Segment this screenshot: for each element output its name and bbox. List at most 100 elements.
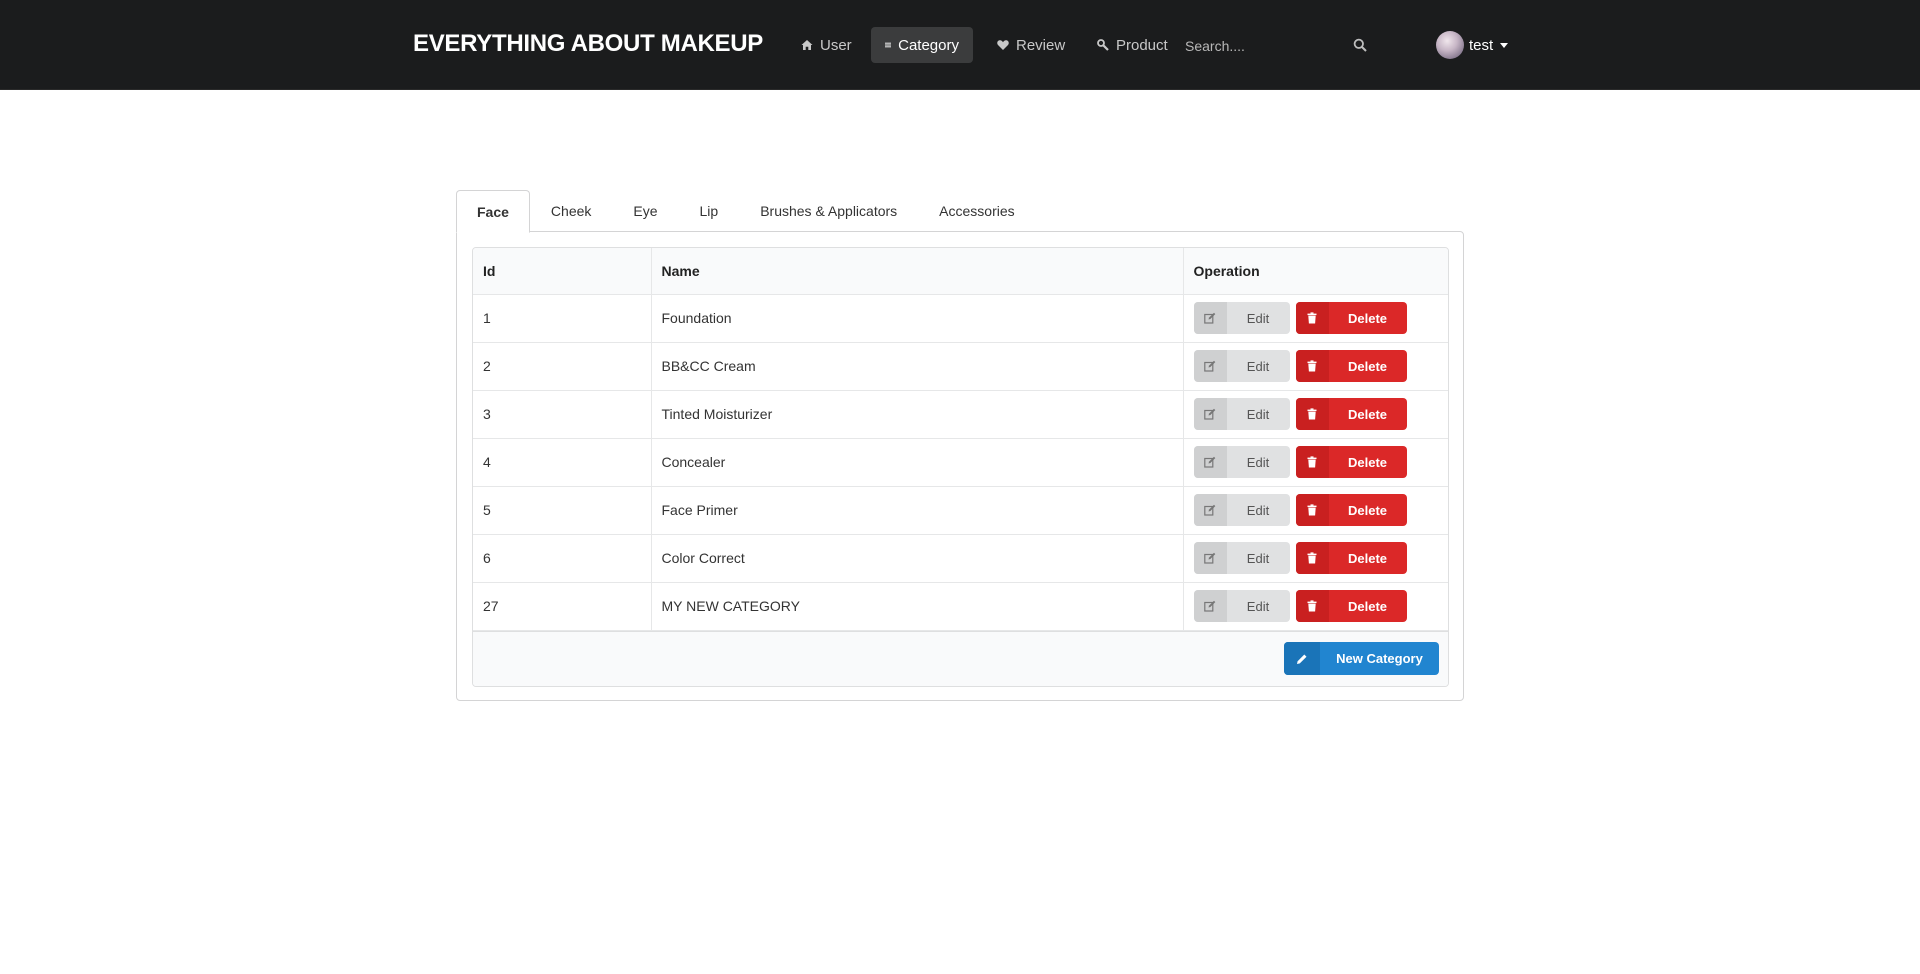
pencil-icon xyxy=(1284,642,1320,675)
cell-name: Tinted Moisturizer xyxy=(650,390,1183,439)
user-menu[interactable]: test xyxy=(1436,30,1509,60)
tab-accessories[interactable]: Accessories xyxy=(918,190,1035,232)
delete-button[interactable]: Delete xyxy=(1295,302,1407,334)
cell-name: MY NEW CATEGORY xyxy=(650,582,1183,631)
cell-operation: Edit Delete xyxy=(1182,390,1448,439)
operation-buttons: Edit Delete xyxy=(1193,542,1441,574)
table-row: 4 Concealer Edit Delete xyxy=(473,438,1448,487)
category-table: Id Name Operation 1 Foundation Edit Dele… xyxy=(472,247,1449,687)
delete-label: Delete xyxy=(1347,406,1388,422)
nav-item-review[interactable]: Review xyxy=(983,27,1079,63)
edit-label: Edit xyxy=(1246,502,1270,518)
cell-operation: Edit Delete xyxy=(1182,342,1448,391)
new-category-button[interactable]: New Category xyxy=(1284,642,1439,675)
delete-button[interactable]: Delete xyxy=(1295,398,1407,430)
operation-buttons: Edit Delete xyxy=(1193,446,1441,478)
nav-item-category[interactable]: Category xyxy=(871,27,973,63)
tab-brushes-applicators[interactable]: Brushes & Applicators xyxy=(739,190,918,232)
search-icon xyxy=(1353,38,1367,52)
edit-label: Edit xyxy=(1246,454,1270,470)
edit-button[interactable]: Edit xyxy=(1193,590,1290,622)
edit-label: Edit xyxy=(1246,598,1270,614)
edit-button[interactable]: Edit xyxy=(1193,350,1290,382)
cell-id: 27 xyxy=(473,582,651,631)
delete-button[interactable]: Delete xyxy=(1295,350,1407,382)
cell-name: Foundation xyxy=(650,294,1183,343)
cell-id: 5 xyxy=(473,486,651,535)
search-button[interactable] xyxy=(1351,36,1369,54)
delete-button[interactable]: Delete xyxy=(1295,542,1407,574)
delete-button[interactable]: Delete xyxy=(1295,494,1407,526)
cell-name: Color Correct xyxy=(650,534,1183,583)
cell-operation: Edit Delete xyxy=(1182,534,1448,583)
tab-eye[interactable]: Eye xyxy=(612,190,678,232)
caret-down-icon xyxy=(1500,42,1509,48)
tab-lip[interactable]: Lip xyxy=(679,190,740,232)
edit-icon xyxy=(1193,446,1227,478)
operation-buttons: Edit Delete xyxy=(1193,398,1441,430)
trash-icon xyxy=(1295,494,1329,526)
edit-button[interactable]: Edit xyxy=(1193,542,1290,574)
search-input[interactable] xyxy=(1185,35,1335,57)
nav-item-label: Review xyxy=(1016,36,1066,54)
cell-name: Concealer xyxy=(650,438,1183,487)
heart-icon xyxy=(997,40,1009,50)
new-category-label: New Category xyxy=(1336,651,1423,666)
edit-button[interactable]: Edit xyxy=(1193,302,1290,334)
edit-button[interactable]: Edit xyxy=(1193,446,1290,478)
table-row: 6 Color Correct Edit Delete xyxy=(473,534,1448,583)
delete-label: Delete xyxy=(1347,502,1388,518)
table-header-row: Id Name Operation xyxy=(473,248,1448,295)
table-row: 27 MY NEW CATEGORY Edit Delete xyxy=(473,582,1448,631)
cell-id: 2 xyxy=(473,342,651,391)
edit-button[interactable]: Edit xyxy=(1193,398,1290,430)
operation-buttons: Edit Delete xyxy=(1193,590,1441,622)
table-footer: New Category xyxy=(473,631,1448,686)
cell-id: 3 xyxy=(473,390,651,439)
nav-item-label: Product xyxy=(1116,36,1168,54)
cell-id: 6 xyxy=(473,534,651,583)
table-row: 2 BB&CC Cream Edit Delete xyxy=(473,342,1448,391)
operation-buttons: Edit Delete xyxy=(1193,302,1441,334)
wrench-icon xyxy=(1097,39,1109,51)
edit-label: Edit xyxy=(1246,550,1270,566)
nav-item-user[interactable]: User xyxy=(787,27,866,63)
cell-name: BB&CC Cream xyxy=(650,342,1183,391)
nav-item-product[interactable]: Product xyxy=(1083,27,1182,63)
header-name: Name xyxy=(650,248,1183,295)
delete-label: Delete xyxy=(1347,550,1388,566)
nav-item-label: User xyxy=(820,36,852,54)
tab-cheek[interactable]: Cheek xyxy=(530,190,612,232)
delete-button[interactable]: Delete xyxy=(1295,446,1407,478)
edit-icon xyxy=(1193,398,1227,430)
tab-panel: Id Name Operation 1 Foundation Edit Dele… xyxy=(456,231,1464,701)
nav-item-label: Category xyxy=(898,36,959,54)
avatar xyxy=(1436,31,1464,59)
cell-id: 1 xyxy=(473,294,651,343)
trash-icon xyxy=(1295,446,1329,478)
delete-label: Delete xyxy=(1347,598,1388,614)
cell-operation: Edit Delete xyxy=(1182,486,1448,535)
user-name: test xyxy=(1469,36,1494,54)
trash-icon xyxy=(1295,350,1329,382)
tab-face[interactable]: Face xyxy=(456,190,530,233)
cell-name: Face Primer xyxy=(650,486,1183,535)
edit-label: Edit xyxy=(1246,358,1270,374)
list-icon xyxy=(885,42,892,48)
cell-operation: Edit Delete xyxy=(1182,294,1448,343)
site-brand[interactable]: EVERYTHING ABOUT MAKEUP xyxy=(413,30,763,58)
operation-buttons: Edit Delete xyxy=(1193,494,1441,526)
edit-button[interactable]: Edit xyxy=(1193,494,1290,526)
table-row: 1 Foundation Edit Delete xyxy=(473,294,1448,343)
edit-icon xyxy=(1193,302,1227,334)
trash-icon xyxy=(1295,542,1329,574)
delete-button[interactable]: Delete xyxy=(1295,590,1407,622)
trash-icon xyxy=(1295,398,1329,430)
delete-label: Delete xyxy=(1347,358,1388,374)
edit-icon xyxy=(1193,350,1227,382)
edit-icon xyxy=(1193,494,1227,526)
cell-operation: Edit Delete xyxy=(1182,582,1448,631)
table-row: 3 Tinted Moisturizer Edit Delete xyxy=(473,390,1448,439)
cell-operation: Edit Delete xyxy=(1182,438,1448,487)
delete-label: Delete xyxy=(1347,454,1388,470)
